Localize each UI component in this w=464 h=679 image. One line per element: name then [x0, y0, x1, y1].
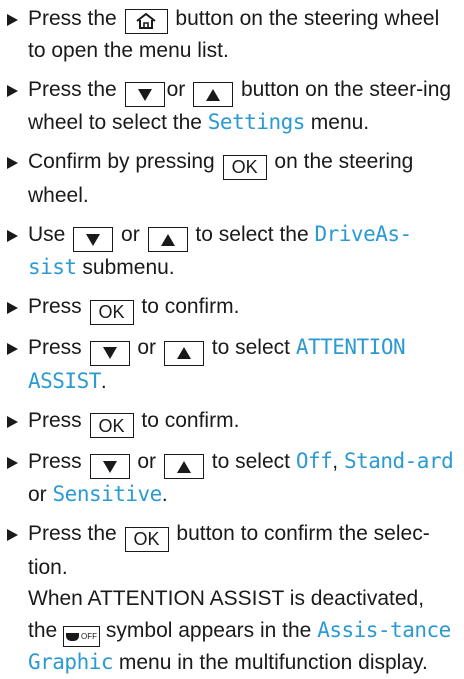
display-text-sensitive: Sensitive: [52, 482, 163, 506]
list-item: Press the or button on the steer-ing whe…: [5, 74, 458, 139]
triangle-down-icon: [137, 88, 152, 101]
display-text-settings: Settings: [207, 110, 306, 134]
list-item: Press OK to confirm.: [5, 291, 458, 325]
coffee-cup-off-icon: OFF: [63, 626, 101, 647]
symbol-off-label: OFF: [81, 631, 98, 641]
ok-button-key: OK: [124, 526, 169, 552]
bullet-arrow-icon: [7, 84, 18, 97]
list-item: Press the button on the steering wheel t…: [5, 3, 458, 66]
triangle-up-icon: [176, 347, 191, 359]
step-text: Press: [28, 449, 82, 473]
coffee-cup-icon: [66, 632, 80, 641]
bullet-arrow-icon: [7, 229, 18, 242]
bullet-arrow-icon: [7, 529, 18, 541]
step-text: Press the: [28, 7, 117, 30]
up-button-key: [163, 340, 204, 366]
down-button-key: [89, 340, 130, 366]
down-button-key: [89, 454, 130, 479]
triangle-down-icon: [102, 460, 117, 473]
list-item: Press or to select Off, Stand-ard or Sen…: [5, 446, 458, 511]
step-text: Press the: [28, 522, 117, 545]
home-button-key: [124, 8, 168, 34]
down-button-key: [124, 82, 165, 107]
result-note: When ATTENTION ASSIST is deactivated, th…: [28, 583, 458, 679]
separator-text: ,: [332, 449, 339, 473]
step-text: Press: [28, 408, 82, 432]
step-text: .: [100, 369, 107, 393]
step-text: Use: [28, 222, 66, 246]
ok-button-key: OK: [89, 299, 134, 325]
step-text: Press: [28, 336, 82, 359]
triangle-down-icon: [86, 233, 101, 246]
bullet-arrow-icon: [7, 343, 18, 355]
step-text: to select: [211, 336, 290, 359]
triangle-up-icon: [176, 460, 191, 473]
list-item: Use or to select the DriveAs-sist submen…: [5, 219, 458, 284]
or-text: or: [28, 483, 47, 506]
or-text: or: [166, 77, 186, 101]
step-text: menu.: [310, 111, 370, 134]
note-text: menu in the multifunction display.: [118, 651, 428, 674]
or-text: or: [137, 449, 157, 473]
or-text: or: [137, 336, 157, 359]
bullet-arrow-icon: [7, 415, 18, 428]
steps-list: Press the button on the steering wheel t…: [5, 3, 458, 679]
step-text: .: [161, 483, 168, 506]
list-item: Press OK to confirm.: [5, 405, 458, 438]
bullet-arrow-icon: [7, 302, 18, 314]
triangle-up-icon: [206, 88, 221, 101]
list-item: Press the OK button to confirm the selec…: [5, 518, 458, 679]
up-button-key: [163, 454, 204, 479]
triangle-down-icon: [102, 347, 117, 359]
ok-button-key: OK: [89, 413, 134, 438]
step-text: Press the: [28, 77, 117, 101]
step-text: Press: [28, 295, 82, 318]
step-text: Confirm by pressing: [28, 150, 215, 173]
step-text: to select the: [195, 222, 309, 246]
list-item: Confirm by pressing OK on the steering w…: [5, 146, 458, 211]
instruction-page: Press the button on the steering wheel t…: [0, 0, 464, 674]
bullet-arrow-icon: [7, 157, 18, 169]
display-text-standard: Stand-ard: [343, 448, 454, 473]
ok-button-key: OK: [222, 154, 267, 180]
home-icon: [136, 12, 156, 29]
bullet-arrow-icon: [7, 14, 18, 26]
step-text: to confirm.: [141, 295, 240, 318]
or-text: or: [121, 222, 140, 246]
triangle-up-icon: [160, 233, 175, 246]
step-text: to confirm.: [141, 408, 240, 432]
display-text-off: Off: [295, 448, 333, 473]
step-text: submenu.: [82, 256, 175, 279]
up-button-key: [147, 227, 188, 252]
down-button-key: [73, 227, 114, 252]
list-item: Press or to select ATTENTION ASSIST.: [5, 332, 458, 397]
bullet-arrow-icon: [7, 456, 18, 469]
note-text: symbol appears in the: [105, 618, 312, 642]
step-text: to select: [211, 449, 290, 473]
up-button-key: [193, 82, 234, 107]
